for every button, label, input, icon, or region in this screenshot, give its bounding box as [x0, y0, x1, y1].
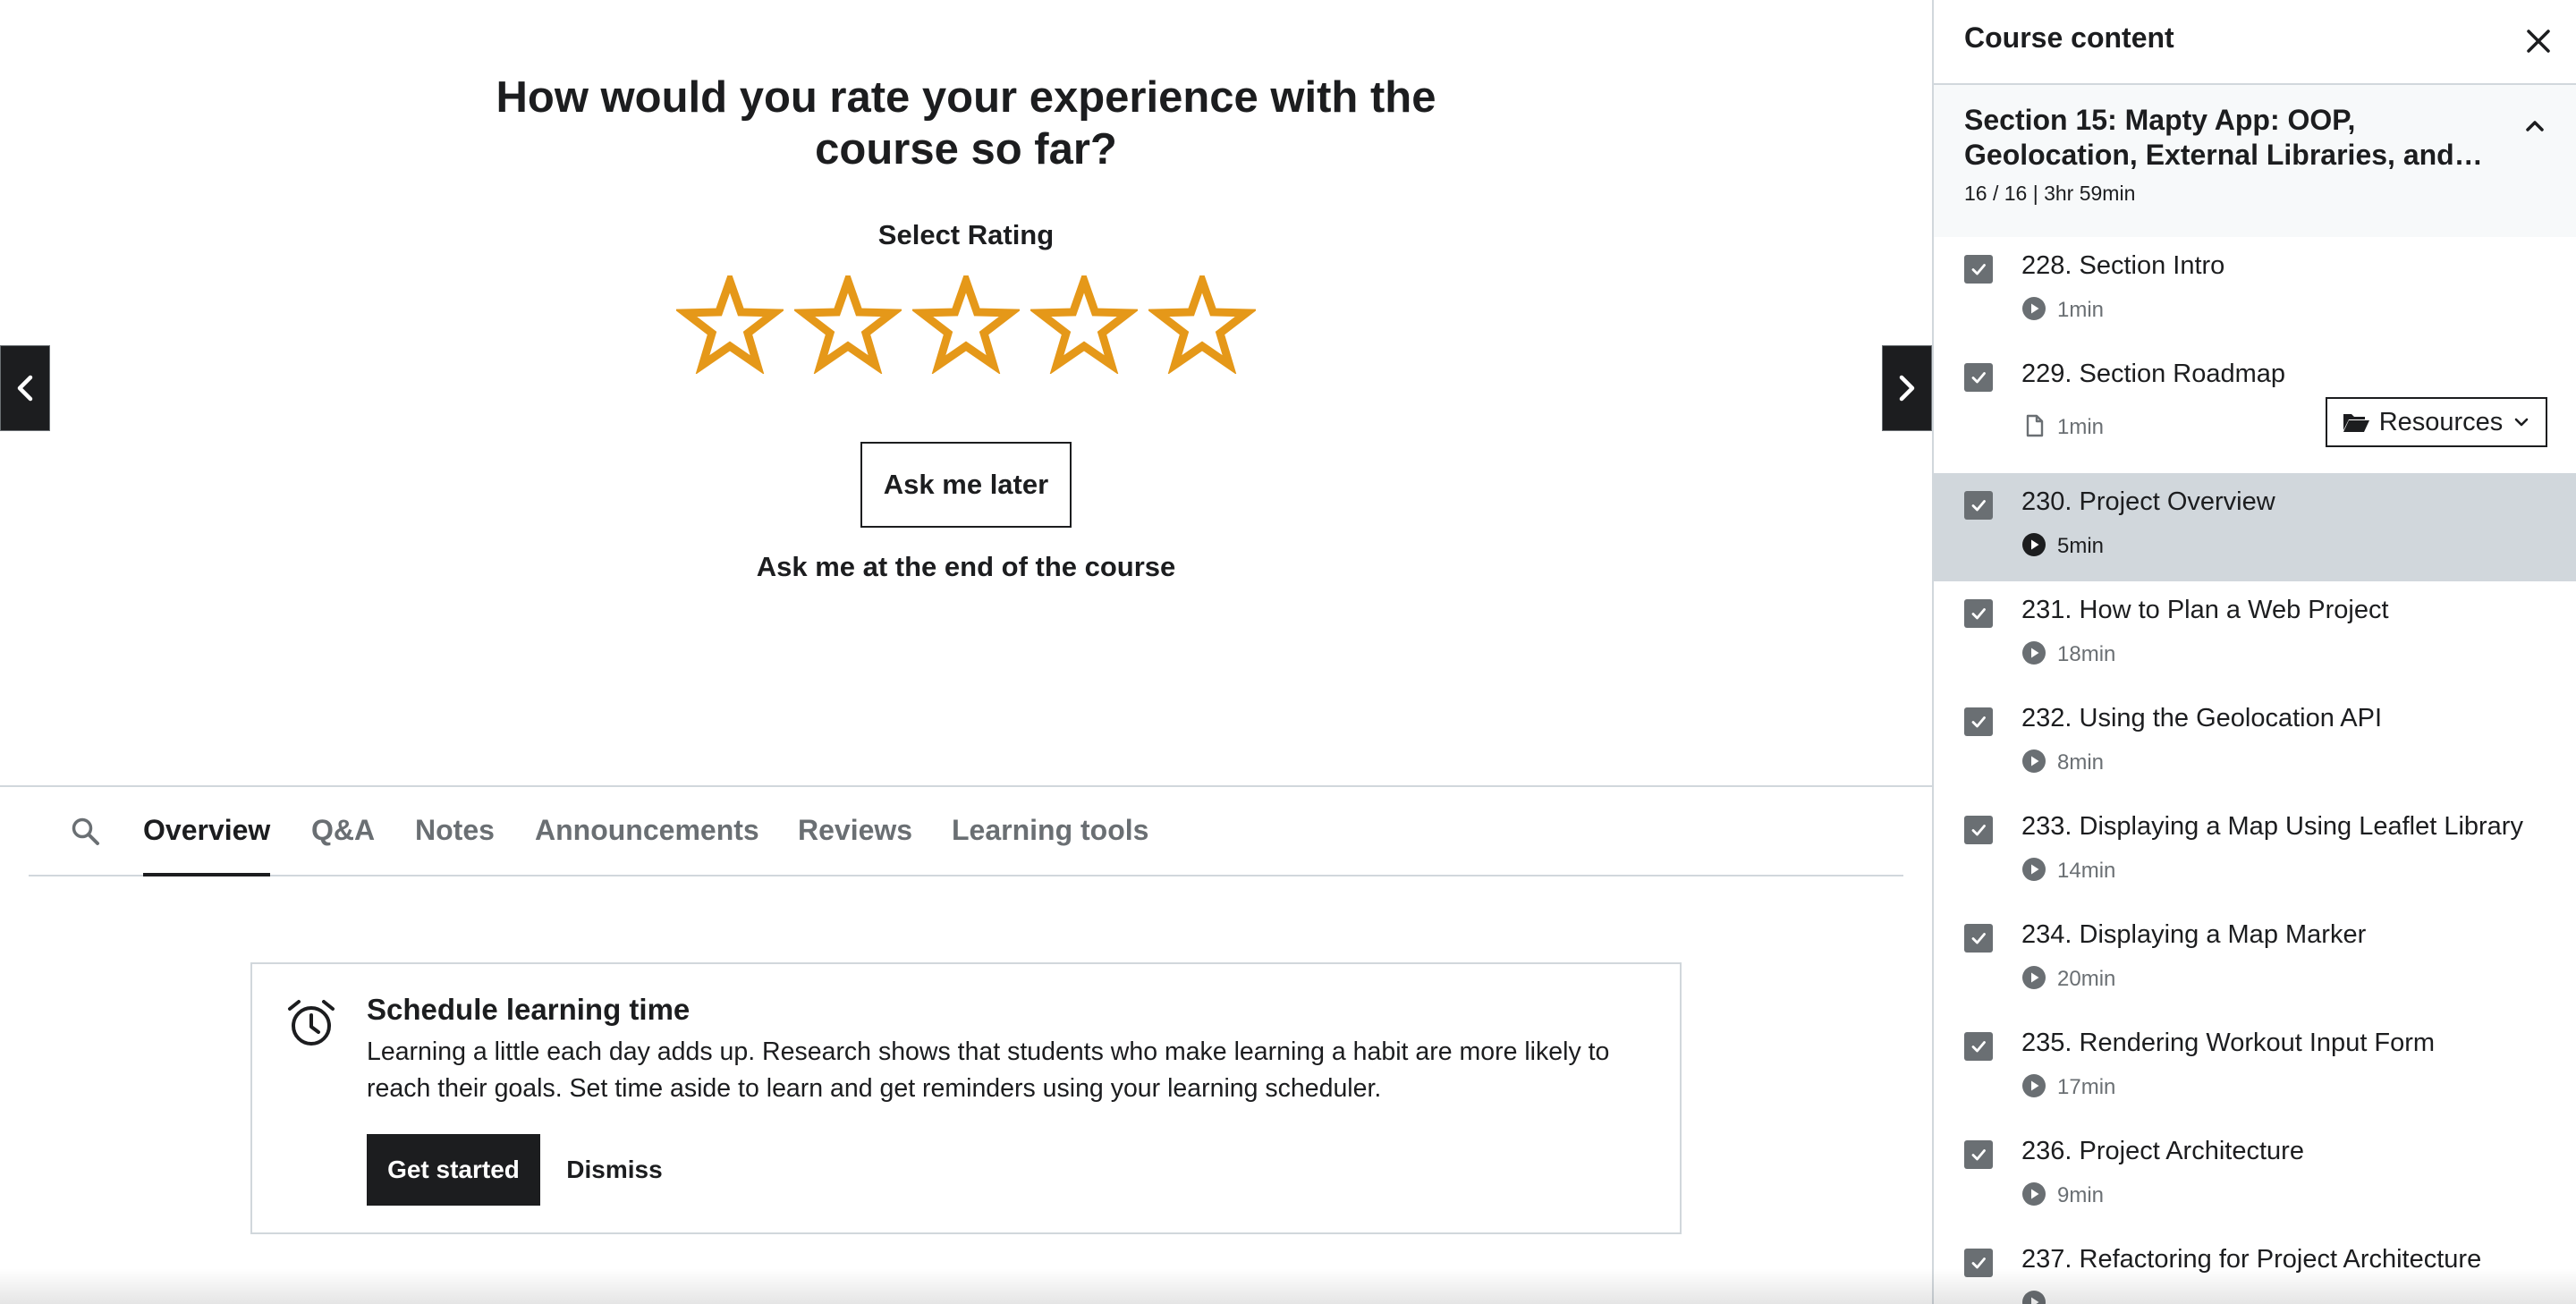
check-icon — [1971, 608, 1986, 620]
lecture-checkbox[interactable] — [1964, 363, 1993, 392]
folder-open-icon — [2343, 414, 2369, 432]
bottom-fade — [0, 1268, 2576, 1304]
lecture-item[interactable]: 229. Section Roadmap 1min Resources — [1934, 345, 2576, 473]
lecture-title: 229. Section Roadmap — [2021, 360, 2286, 388]
chevron-right-icon — [1899, 375, 1915, 402]
select-rating-label: Select Rating — [877, 219, 1055, 250]
file-icon — [2021, 413, 2046, 438]
schedule-description: Learning a little each day adds up. Rese… — [367, 1037, 1610, 1103]
check-icon — [1971, 264, 1986, 275]
play-icon — [2021, 1181, 2046, 1207]
lecture-checkbox[interactable] — [1964, 816, 1993, 844]
check-icon — [1971, 1149, 1986, 1161]
check-icon — [1971, 825, 1986, 836]
chevron-down-icon — [2515, 418, 2529, 427]
previous-lecture-button[interactable] — [0, 345, 50, 431]
check-icon — [1971, 933, 1986, 944]
search-button[interactable] — [64, 810, 107, 853]
play-icon — [2021, 1073, 2046, 1098]
schedule-title: Schedule learning time — [367, 993, 691, 1026]
section-header[interactable]: Section 15: Mapty App: OOP, Geolocation,… — [1934, 85, 2576, 237]
lecture-item[interactable]: 233. Displaying a Map Using Leaflet Libr… — [1934, 798, 2576, 906]
star-4-icon[interactable] — [1030, 275, 1138, 374]
star-rating[interactable] — [676, 275, 1256, 374]
lecture-duration: 1min — [2057, 298, 2105, 322]
search-icon — [72, 817, 99, 845]
resources-label: Resources — [2378, 407, 2504, 436]
section-progress: 16 / 16 | 3hr 59min — [1964, 182, 2136, 205]
main-content: How would you rate your experience with … — [0, 0, 1932, 1304]
lecture-title: 231. How to Plan a Web Project — [2021, 596, 2389, 624]
play-icon — [2021, 857, 2046, 882]
play-icon — [2021, 296, 2046, 321]
chevron-up-icon[interactable] — [2517, 108, 2553, 144]
lecture-checkbox[interactable] — [1964, 1140, 1993, 1169]
lecture-title: 228. Section Intro — [2021, 251, 2225, 280]
lecture-checkbox[interactable] — [1964, 924, 1993, 953]
get-started-button[interactable]: Get started — [367, 1134, 540, 1206]
tab-overview[interactable]: Overview — [143, 787, 271, 876]
lecture-duration: 14min — [2057, 859, 2116, 883]
play-icon — [2021, 532, 2046, 557]
tab-qa[interactable]: Q&A — [311, 787, 375, 876]
star-5-icon[interactable] — [1148, 275, 1256, 374]
lecture-checkbox[interactable] — [1964, 1032, 1993, 1061]
check-icon — [1971, 500, 1986, 512]
lecture-item[interactable]: 235. Rendering Workout Input Form 17min — [1934, 1014, 2576, 1122]
ask-at-end-link[interactable]: Ask me at the end of the course — [698, 551, 1234, 583]
lecture-title: 235. Rendering Workout Input Form — [2021, 1029, 2436, 1057]
lecture-item[interactable]: 232. Using the Geolocation API 8min — [1934, 690, 2576, 798]
lecture-duration: 1min — [2057, 415, 2105, 439]
lecture-item[interactable]: 234. Displaying a Map Marker 20min — [1934, 906, 2576, 1014]
lecture-duration: 9min — [2057, 1183, 2105, 1207]
tab-notes[interactable]: Notes — [415, 787, 495, 876]
chevron-left-icon — [17, 375, 33, 402]
course-content-sidebar: Course content Section 15: Mapty App: OO… — [1932, 0, 2576, 1304]
lecture-title: 230. Project Overview — [2021, 487, 2275, 516]
lecture-item[interactable]: 236. Project Architecture 9min — [1934, 1122, 2576, 1231]
section-title: Section 15: Mapty App: OOP, Geolocation,… — [1964, 104, 2483, 171]
sidebar-title: Course content — [1964, 21, 2174, 54]
lecture-duration: 17min — [2057, 1075, 2116, 1099]
rating-title: How would you rate your experience with … — [496, 73, 1436, 174]
next-lecture-button[interactable] — [1882, 345, 1932, 431]
play-icon — [2021, 965, 2046, 990]
lecture-checkbox[interactable] — [1964, 491, 1993, 520]
check-icon — [1971, 716, 1986, 728]
check-icon — [1971, 372, 1986, 384]
lecture-item[interactable]: 231. How to Plan a Web Project 18min — [1934, 581, 2576, 690]
check-icon — [1971, 1041, 1986, 1053]
resources-dropdown-button[interactable]: Resources — [2326, 397, 2547, 447]
course-tabs: Overview Q&A Notes Announcements Reviews… — [29, 787, 1903, 876]
dismiss-button[interactable]: Dismiss — [555, 1134, 674, 1206]
lecture-title: 233. Displaying a Map Using Leaflet Libr… — [2021, 812, 2523, 841]
rating-prompt: How would you rate your experience with … — [0, 0, 1932, 785]
play-icon — [2021, 749, 2046, 774]
star-3-icon[interactable] — [912, 275, 1020, 374]
tab-announcements[interactable]: Announcements — [535, 787, 759, 876]
lecture-duration: 5min — [2057, 534, 2105, 558]
ask-me-later-button[interactable]: Ask me later — [860, 442, 1072, 528]
play-icon — [2021, 640, 2046, 665]
schedule-learning-card: Schedule learning time Learning a little… — [250, 962, 1682, 1234]
lecture-title: 234. Displaying a Map Marker — [2021, 920, 2367, 949]
lecture-checkbox[interactable] — [1964, 707, 1993, 736]
lecture-title: 232. Using the Geolocation API — [2021, 704, 2383, 732]
lecture-duration: 18min — [2057, 642, 2116, 666]
sidebar-header: Course content — [1934, 0, 2576, 85]
lecture-duration: 20min — [2057, 967, 2116, 991]
close-sidebar-button[interactable] — [2515, 18, 2562, 64]
lecture-checkbox[interactable] — [1964, 599, 1993, 628]
close-icon — [2527, 30, 2550, 53]
lecture-item[interactable]: 230. Project Overview 5min — [1934, 473, 2576, 581]
tab-learning-tools[interactable]: Learning tools — [952, 787, 1148, 876]
star-2-icon[interactable] — [794, 275, 902, 374]
alarm-clock-icon — [288, 1000, 335, 1046]
lecture-title: 236. Project Architecture — [2021, 1137, 2304, 1165]
star-1-icon[interactable] — [676, 275, 784, 374]
tab-reviews[interactable]: Reviews — [798, 787, 912, 876]
lecture-item[interactable]: 228. Section Intro 1min — [1934, 237, 2576, 345]
lecture-checkbox[interactable] — [1964, 255, 1993, 284]
lecture-duration: 8min — [2057, 750, 2105, 775]
